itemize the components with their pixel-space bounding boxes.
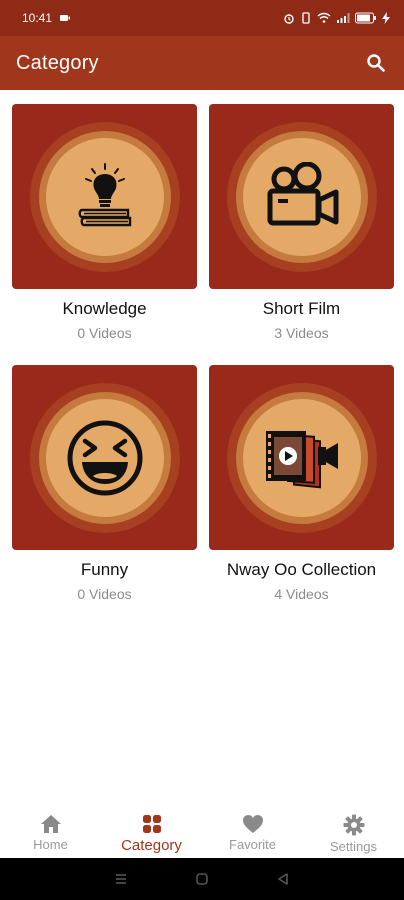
nav-item-category[interactable]: Category — [101, 806, 202, 854]
back-triangle-icon — [278, 873, 289, 885]
video-collection-icon — [265, 430, 338, 488]
home-icon — [40, 815, 61, 833]
notification-icon — [60, 15, 71, 21]
category-video-count: 3 Videos — [274, 325, 329, 341]
category-card-nway-oo-collection[interactable]: Nway Oo Collection 4 Videos — [209, 365, 394, 602]
category-video-count: 0 Videos — [77, 586, 132, 602]
category-thumbnail[interactable] — [209, 365, 394, 550]
category-video-count: 4 Videos — [274, 586, 329, 602]
category-name: Short Film — [262, 299, 341, 318]
category-thumbnail[interactable] — [209, 104, 394, 289]
lightbulb-books-icon — [78, 162, 131, 226]
app-bar: Category — [0, 36, 404, 90]
category-card-funny[interactable]: Funny 0 Videos — [12, 365, 197, 602]
nav-label: Settings — [330, 839, 377, 854]
laughing-face-icon — [67, 420, 142, 495]
status-icons — [283, 12, 390, 24]
battery-icon — [355, 12, 376, 24]
signal-icon — [337, 13, 350, 23]
square-icon — [196, 873, 208, 885]
status-bar: 10:41 — [0, 0, 404, 36]
category-card-short-film[interactable]: Short Film 3 Videos — [209, 104, 394, 341]
recents-button[interactable] — [111, 869, 131, 889]
nav-item-favorite[interactable]: Favorite — [202, 806, 303, 852]
category-thumbnail[interactable] — [12, 365, 197, 550]
page-title: Category — [16, 51, 99, 74]
bottom-nav: Home Category Favorite Settings — [0, 806, 404, 858]
home-system-button[interactable] — [192, 869, 212, 889]
nav-item-home[interactable]: Home — [0, 806, 101, 852]
status-time: 10:41 — [22, 11, 53, 25]
category-name: Knowledge — [62, 299, 147, 318]
category-grid: Knowledge 0 Videos Short Film 3 Videos F… — [12, 104, 394, 602]
menu-lines-icon — [115, 874, 126, 884]
nav-item-settings[interactable]: Settings — [303, 806, 404, 854]
category-card-knowledge[interactable]: Knowledge 0 Videos — [12, 104, 197, 341]
category-name: Nway Oo Collection — [226, 560, 377, 579]
nav-label: Category — [121, 837, 182, 854]
alarm-icon — [284, 14, 294, 24]
gear-icon — [343, 814, 364, 836]
system-nav-bar — [0, 858, 404, 900]
nav-label: Favorite — [229, 837, 276, 852]
search-icon — [367, 54, 385, 72]
category-video-count: 0 Videos — [77, 325, 132, 341]
nav-label: Home — [33, 837, 68, 852]
wifi-icon — [317, 12, 331, 23]
search-button[interactable] — [364, 51, 388, 75]
vibrate-icon — [302, 12, 310, 24]
category-name: Funny — [80, 560, 129, 579]
back-button[interactable] — [273, 869, 293, 889]
heart-icon — [242, 815, 263, 833]
movie-camera-icon — [267, 161, 338, 225]
charging-icon — [382, 12, 390, 24]
category-icon — [142, 815, 161, 833]
category-thumbnail[interactable] — [12, 104, 197, 289]
